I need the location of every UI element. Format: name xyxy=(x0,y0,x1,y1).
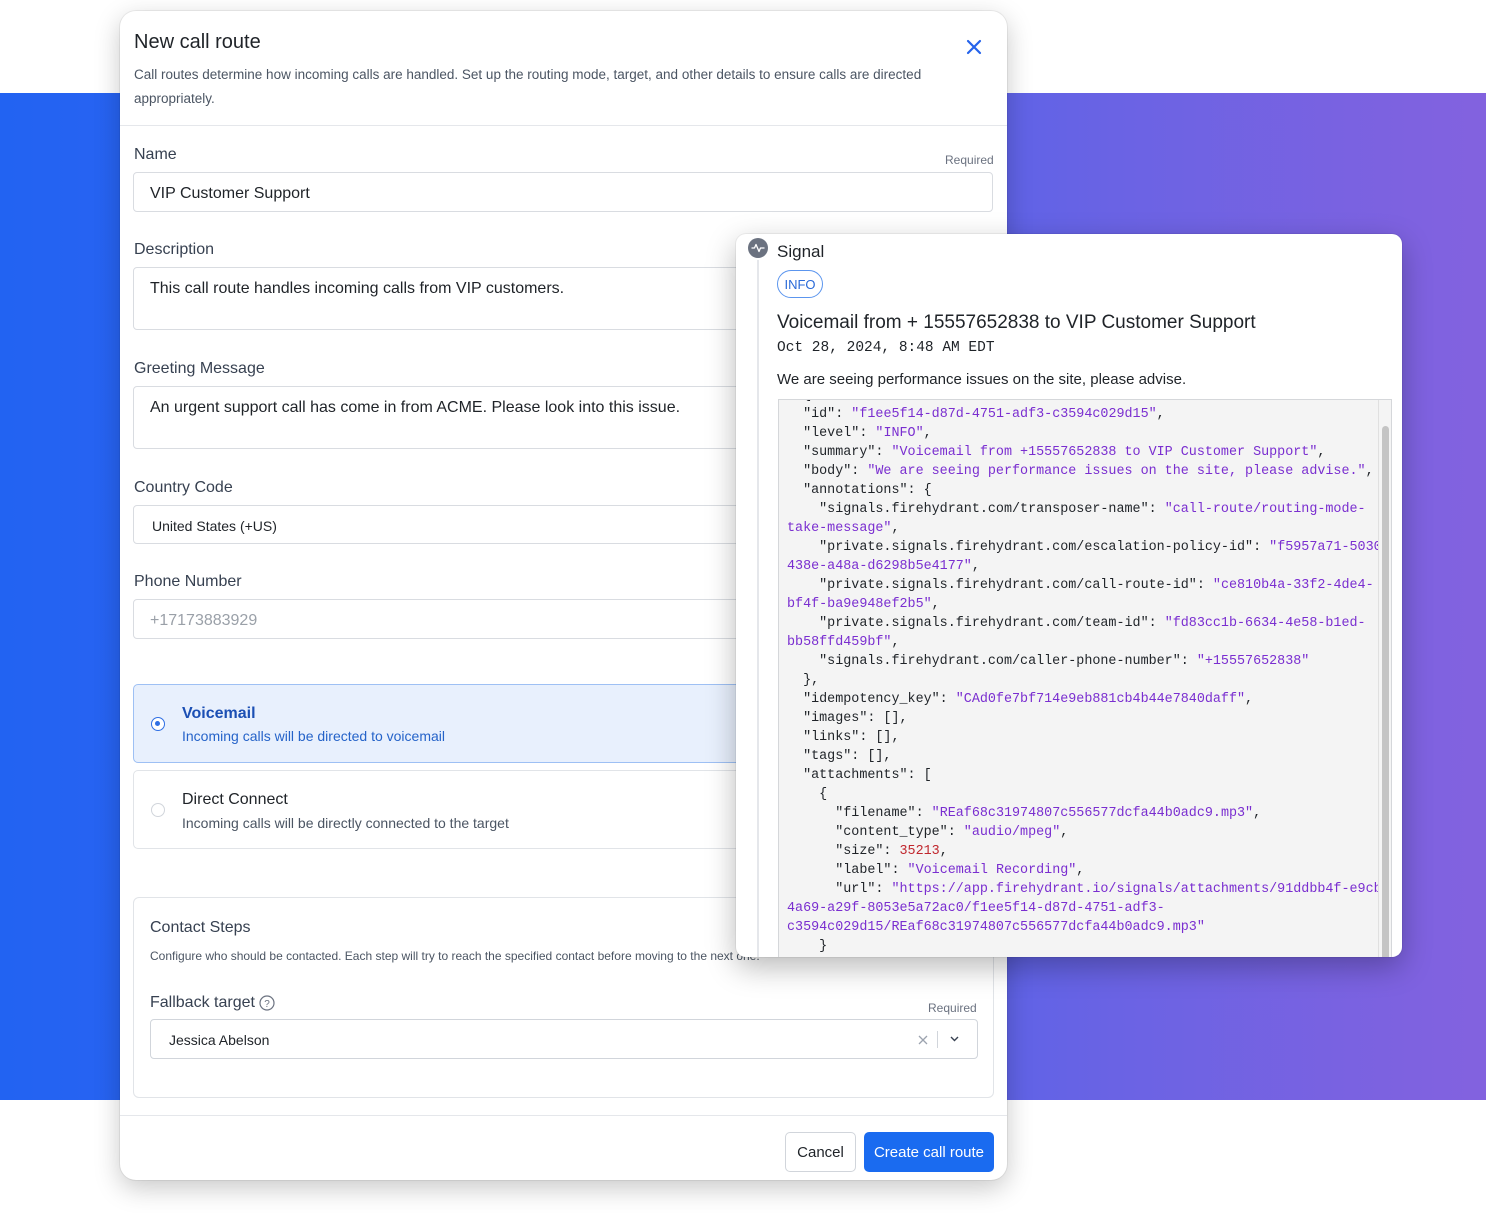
signal-timestamp: Oct 28, 2024, 8:48 AM EDT xyxy=(777,340,995,356)
fallback-target-label: Fallback target xyxy=(150,994,255,1011)
name-value: VIP Customer Support xyxy=(150,185,310,202)
modal-title: New call route xyxy=(134,31,261,53)
close-button[interactable] xyxy=(963,36,985,58)
create-call-route-button[interactable]: Create call route xyxy=(864,1132,994,1172)
header-divider xyxy=(120,125,1007,126)
description-value: This call route handles incoming calls f… xyxy=(150,280,565,297)
name-label: Name xyxy=(134,146,177,163)
direct-connect-radio[interactable] xyxy=(151,803,165,817)
json-payload: { "id": "f1ee5f14-d87d-4751-adf3-c3594c0… xyxy=(787,400,1390,954)
fallback-target-value: Jessica Abelson xyxy=(169,1032,270,1048)
help-icon[interactable]: ? xyxy=(259,995,275,1011)
phone-number-placeholder: +17173883929 xyxy=(150,612,258,629)
close-icon xyxy=(966,39,982,55)
modal-description: Call routes determine how incoming calls… xyxy=(134,67,922,106)
select-separator xyxy=(937,1031,938,1048)
fallback-target-select[interactable]: Jessica Abelson xyxy=(150,1019,978,1059)
contact-steps-description: Configure who should be contacted. Each … xyxy=(150,949,760,963)
contact-steps-title: Contact Steps xyxy=(150,919,251,936)
name-input[interactable]: VIP Customer Support xyxy=(133,172,993,212)
signal-panel: Signal INFO Voicemail from + 15557652838… xyxy=(736,234,1402,957)
greeting-label: Greeting Message xyxy=(134,360,265,377)
country-code-value: United States (+US) xyxy=(152,518,277,534)
scrollbar-track[interactable] xyxy=(1378,400,1391,957)
signal-headline: Voicemail from + 15557652838 to VIP Cust… xyxy=(777,312,1256,333)
level-badge: INFO xyxy=(777,270,823,298)
voicemail-radio[interactable] xyxy=(151,717,165,731)
footer-divider xyxy=(120,1115,1007,1116)
scrollbar-thumb[interactable] xyxy=(1382,426,1389,957)
description-label: Description xyxy=(134,241,215,258)
cancel-button[interactable]: Cancel xyxy=(785,1132,856,1172)
voicemail-title: Voicemail xyxy=(182,705,256,722)
chevron-down-icon[interactable] xyxy=(950,1036,959,1042)
name-required: Required xyxy=(945,153,994,167)
direct-connect-subtitle: Incoming calls will be directly connecte… xyxy=(182,815,509,831)
fallback-required: Required xyxy=(928,1001,977,1015)
signal-title: Signal xyxy=(777,242,825,261)
country-code-label: Country Code xyxy=(134,479,233,496)
clear-icon[interactable] xyxy=(918,1035,928,1045)
signal-icon xyxy=(748,238,768,258)
timeline-line xyxy=(757,260,759,957)
fallback-target-label-row: Fallback target ? xyxy=(150,994,275,1012)
direct-connect-title: Direct Connect xyxy=(182,791,288,808)
svg-text:?: ? xyxy=(264,999,270,1010)
voicemail-subtitle: Incoming calls will be directed to voice… xyxy=(182,728,445,744)
phone-number-label: Phone Number xyxy=(134,573,242,590)
signal-body: We are seeing performance issues on the … xyxy=(777,371,1187,388)
json-payload-viewer[interactable]: { "id": "f1ee5f14-d87d-4751-adf3-c3594c0… xyxy=(778,399,1392,957)
greeting-value: An urgent support call has come in from … xyxy=(150,399,681,416)
